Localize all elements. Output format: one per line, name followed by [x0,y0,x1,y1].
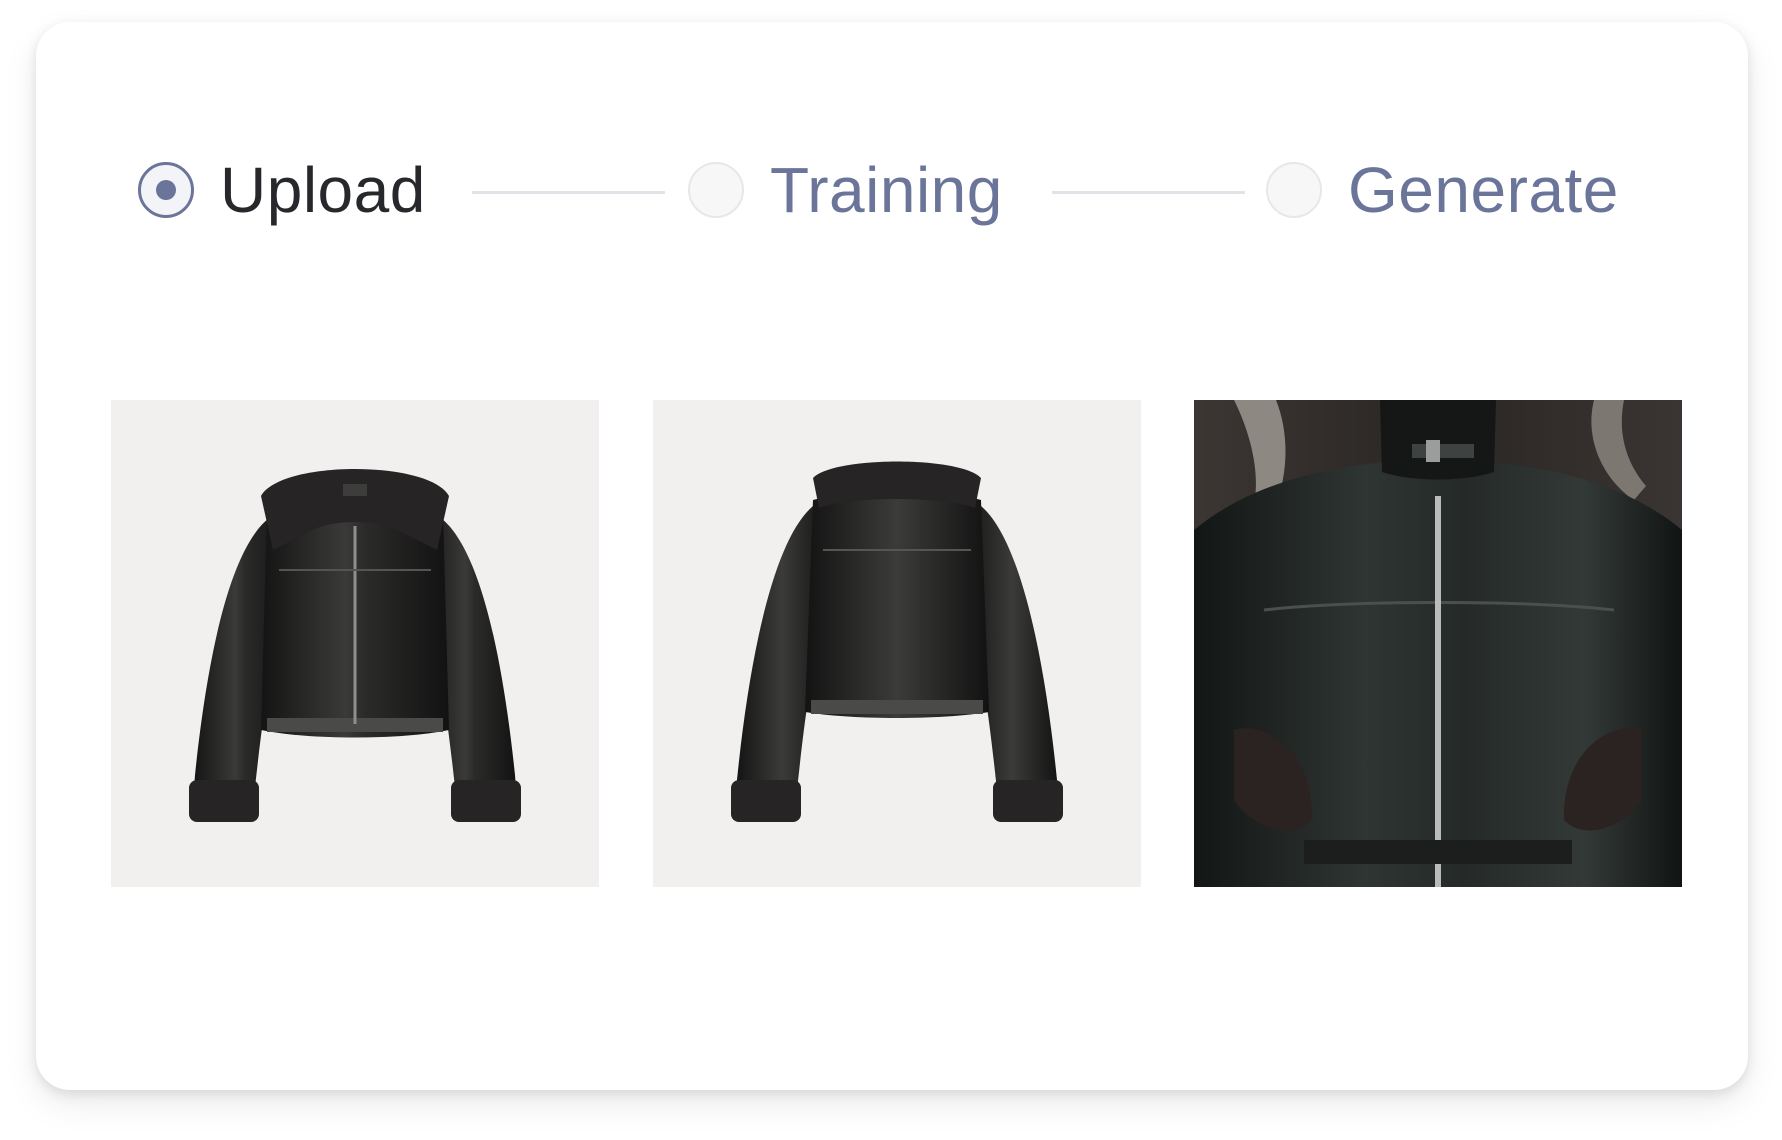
step-generate[interactable]: Generate [1266,154,1619,226]
radio-selected-dot-icon [156,180,176,200]
step-generate-radio[interactable] [1266,162,1322,218]
step-training-radio[interactable] [688,162,744,218]
jacket-front-image [111,400,599,887]
uploaded-image-jacket-front[interactable] [111,400,599,887]
step-connector-2 [1052,191,1245,194]
uploaded-image-jacket-back[interactable] [653,400,1141,887]
upload-card: Upload Training Generate [36,22,1748,1090]
jacket-worn-image [1194,400,1682,887]
step-upload-radio[interactable] [138,162,194,218]
step-connector-1 [472,191,665,194]
step-upload-label: Upload [220,154,426,226]
step-generate-label: Generate [1348,154,1619,226]
step-upload[interactable]: Upload [138,154,426,226]
step-training[interactable]: Training [688,154,1003,226]
progress-stepper: Upload Training Generate [36,22,1748,222]
jacket-back-image [653,400,1141,887]
step-training-label: Training [770,154,1003,226]
uploaded-image-jacket-worn[interactable] [1194,400,1682,887]
